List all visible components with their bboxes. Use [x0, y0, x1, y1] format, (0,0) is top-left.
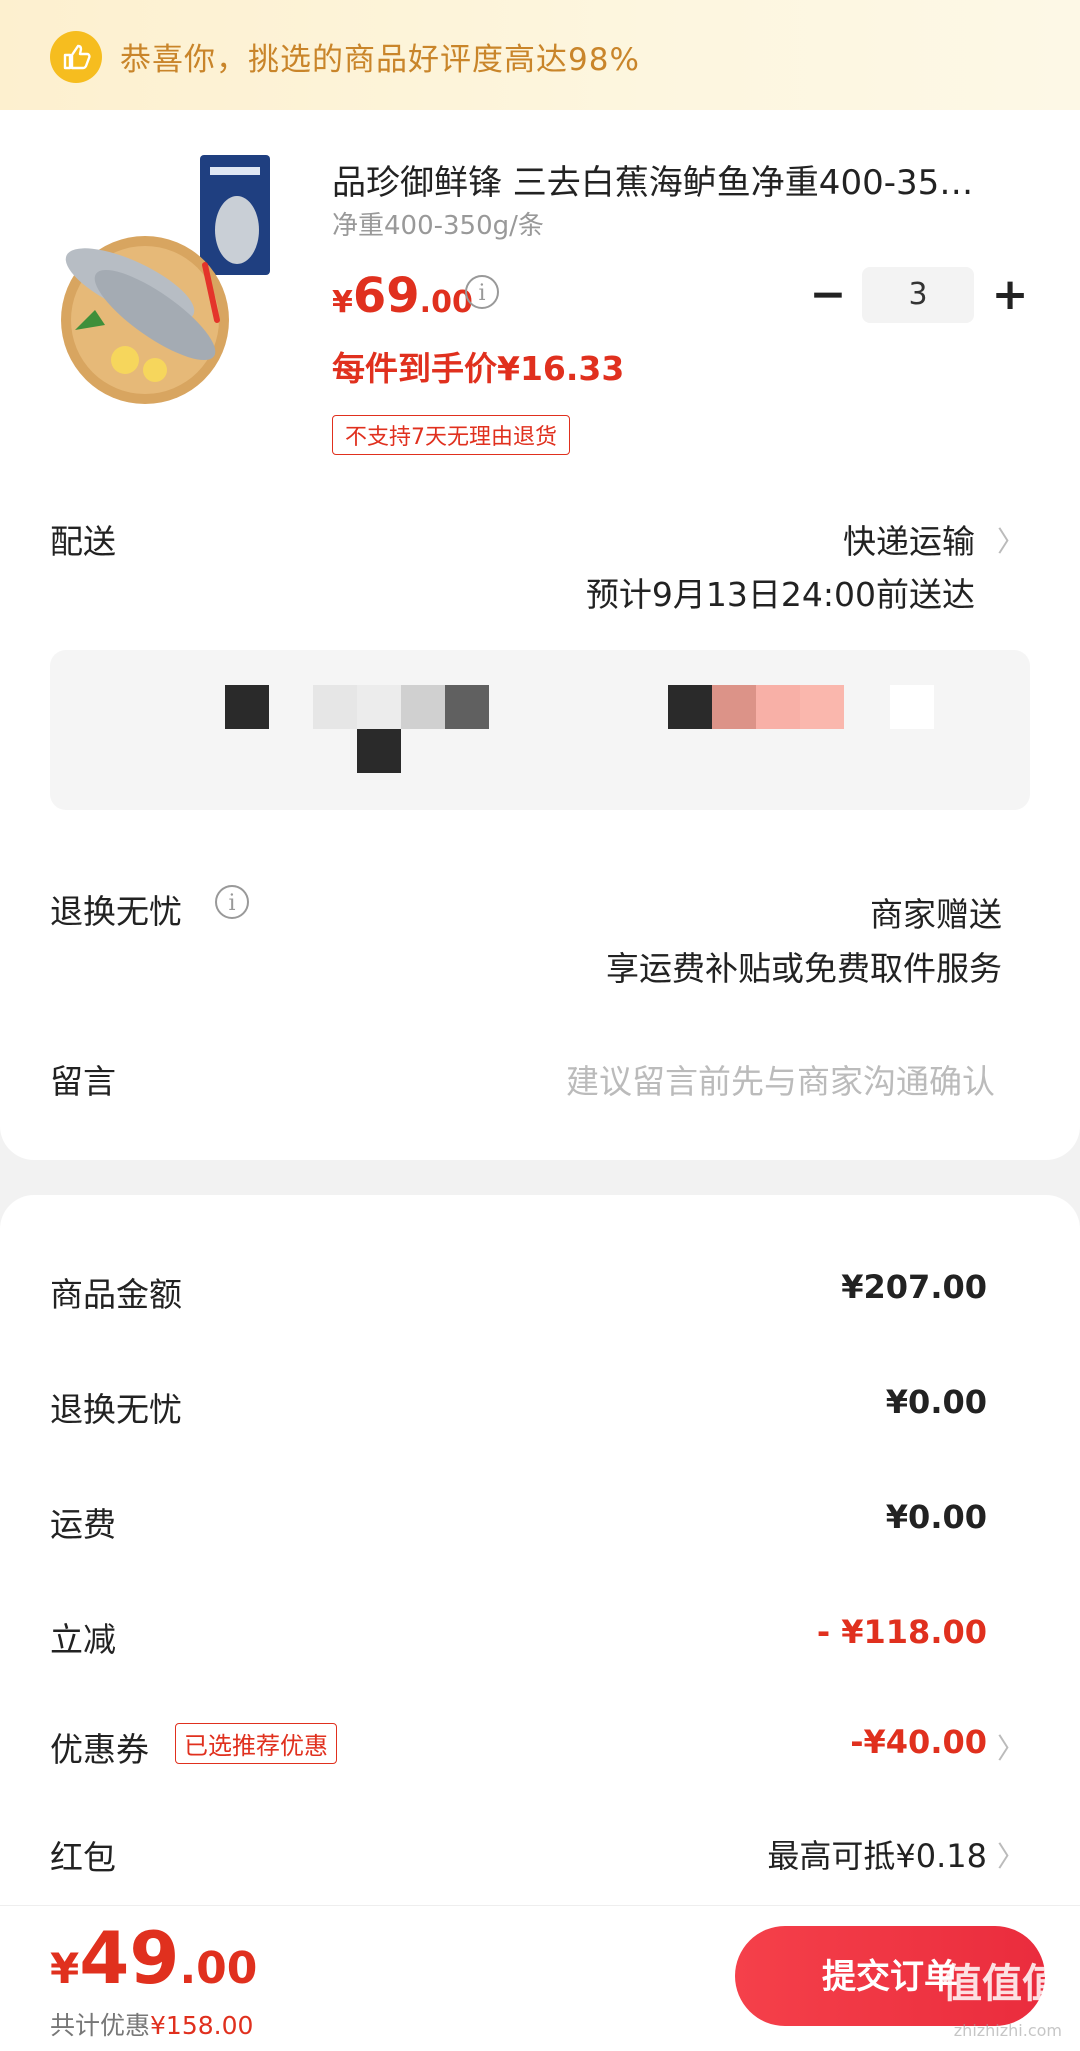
total-saved: 共计优惠¥158.00	[50, 2006, 253, 2042]
redacted-pixel	[756, 685, 800, 729]
watermark-logo: 值值值	[942, 1961, 1062, 2007]
address-box[interactable]	[50, 650, 1030, 810]
redacted-pixel	[357, 685, 401, 729]
total-symbol: ¥	[50, 1944, 80, 1993]
redacted-pixel	[357, 729, 401, 773]
quantity-decrease-button[interactable]: −	[808, 270, 848, 320]
fee-row-exchange: 退换无忧 ¥0.00	[0, 1375, 1080, 1435]
checkout-bar: ¥49.00 共计优惠¥158.00 提交订单 值值值 zhizhizhi.co…	[0, 1905, 1080, 2051]
fee-row-discount: 立减 - ¥118.00	[0, 1605, 1080, 1665]
goods-amount-value: ¥207.00	[841, 1268, 987, 1306]
exchange-fee-value: ¥0.00	[885, 1383, 987, 1421]
watermark-url: zhizhizhi.com	[953, 2021, 1062, 2040]
fee-row-coupon[interactable]: 优惠券 已选推荐优惠 -¥40.00 〉	[0, 1715, 1080, 1775]
message-input[interactable]: 建议留言前先与商家沟通确认	[566, 1055, 995, 1103]
no-return-badge: 不支持7天无理由退货	[332, 415, 570, 455]
coupon-tag: 已选推荐优惠	[175, 1723, 337, 1764]
redpacket-value: 最高可抵¥0.18	[767, 1837, 987, 1875]
product-spec: 净重400-350g/条	[332, 211, 544, 241]
price-integer: 69	[352, 268, 420, 324]
total-decimal: .00	[179, 1943, 258, 1994]
redacted-pixel	[668, 685, 712, 729]
coupon-label: 优惠券	[50, 1730, 149, 1769]
fee-row-goods: 商品金额 ¥207.00	[0, 1260, 1080, 1320]
product-price: ¥69.00	[332, 268, 473, 324]
exchange-value: 商家赠送	[870, 895, 1002, 934]
discount-value: - ¥118.00	[816, 1613, 987, 1651]
redacted-pixel	[800, 685, 844, 729]
unit-price: 每件到手价¥16.33	[332, 349, 625, 388]
redacted-pixel	[401, 685, 445, 729]
saved-prefix: 共计优惠	[50, 2011, 151, 2040]
redacted-pixel	[890, 685, 934, 729]
redacted-pixel	[225, 685, 269, 729]
exchange-fee-label: 退换无忧	[50, 1390, 182, 1429]
shipping-label: 运费	[50, 1505, 116, 1544]
exchange-label: 退换无忧	[50, 892, 182, 931]
fee-row-redpacket[interactable]: 红包 最高可抵¥0.18 〉	[0, 1823, 1080, 1883]
info-icon[interactable]: i	[465, 275, 499, 309]
redacted-pixel	[313, 685, 357, 729]
product-title[interactable]: 品珍御鲜锋 三去白蕉海鲈鱼净重400-35…	[332, 155, 1032, 204]
order-card: 品珍御鲜锋 三去白蕉海鲈鱼净重400-35… 净重400-350g/条 ¥69.…	[0, 110, 1080, 1160]
fee-row-shipping: 运费 ¥0.00	[0, 1490, 1080, 1550]
coupon-value: -¥40.00	[850, 1723, 987, 1761]
product-image[interactable]	[55, 155, 300, 405]
info-icon[interactable]: i	[215, 885, 249, 919]
thumbs-up-icon	[50, 31, 102, 83]
exchange-desc: 享运费补贴或免费取件服务	[606, 949, 1002, 988]
quantity-increase-button[interactable]: +	[988, 270, 1032, 320]
redacted-pixel	[445, 685, 489, 729]
total-integer: 49	[79, 1916, 180, 2000]
redpacket-label: 红包	[50, 1838, 116, 1877]
chevron-right-icon[interactable]: 〉	[997, 1727, 1025, 1767]
quantity-input[interactable]: 3	[862, 267, 974, 323]
delivery-label: 配送	[50, 522, 116, 561]
saved-value: ¥158.00	[150, 2011, 254, 2040]
discount-label: 立减	[50, 1620, 116, 1659]
total-price: ¥49.00	[50, 1916, 257, 2000]
chevron-right-icon[interactable]: 〉	[997, 520, 1025, 560]
redacted-pixel	[712, 685, 756, 729]
goods-amount-label: 商品金额	[50, 1275, 182, 1314]
price-symbol: ¥	[332, 285, 353, 320]
delivery-eta: 预计9月13日24:00前送达	[585, 575, 975, 614]
delivery-method[interactable]: 快递运输	[843, 515, 975, 563]
praise-text: 恭喜你，挑选的商品好评度高达98%	[120, 42, 640, 78]
message-label: 留言	[50, 1062, 116, 1101]
shipping-value: ¥0.00	[885, 1498, 987, 1536]
praise-banner: 恭喜你，挑选的商品好评度高达98%	[0, 0, 1080, 110]
chevron-right-icon[interactable]: 〉	[997, 1835, 1025, 1875]
